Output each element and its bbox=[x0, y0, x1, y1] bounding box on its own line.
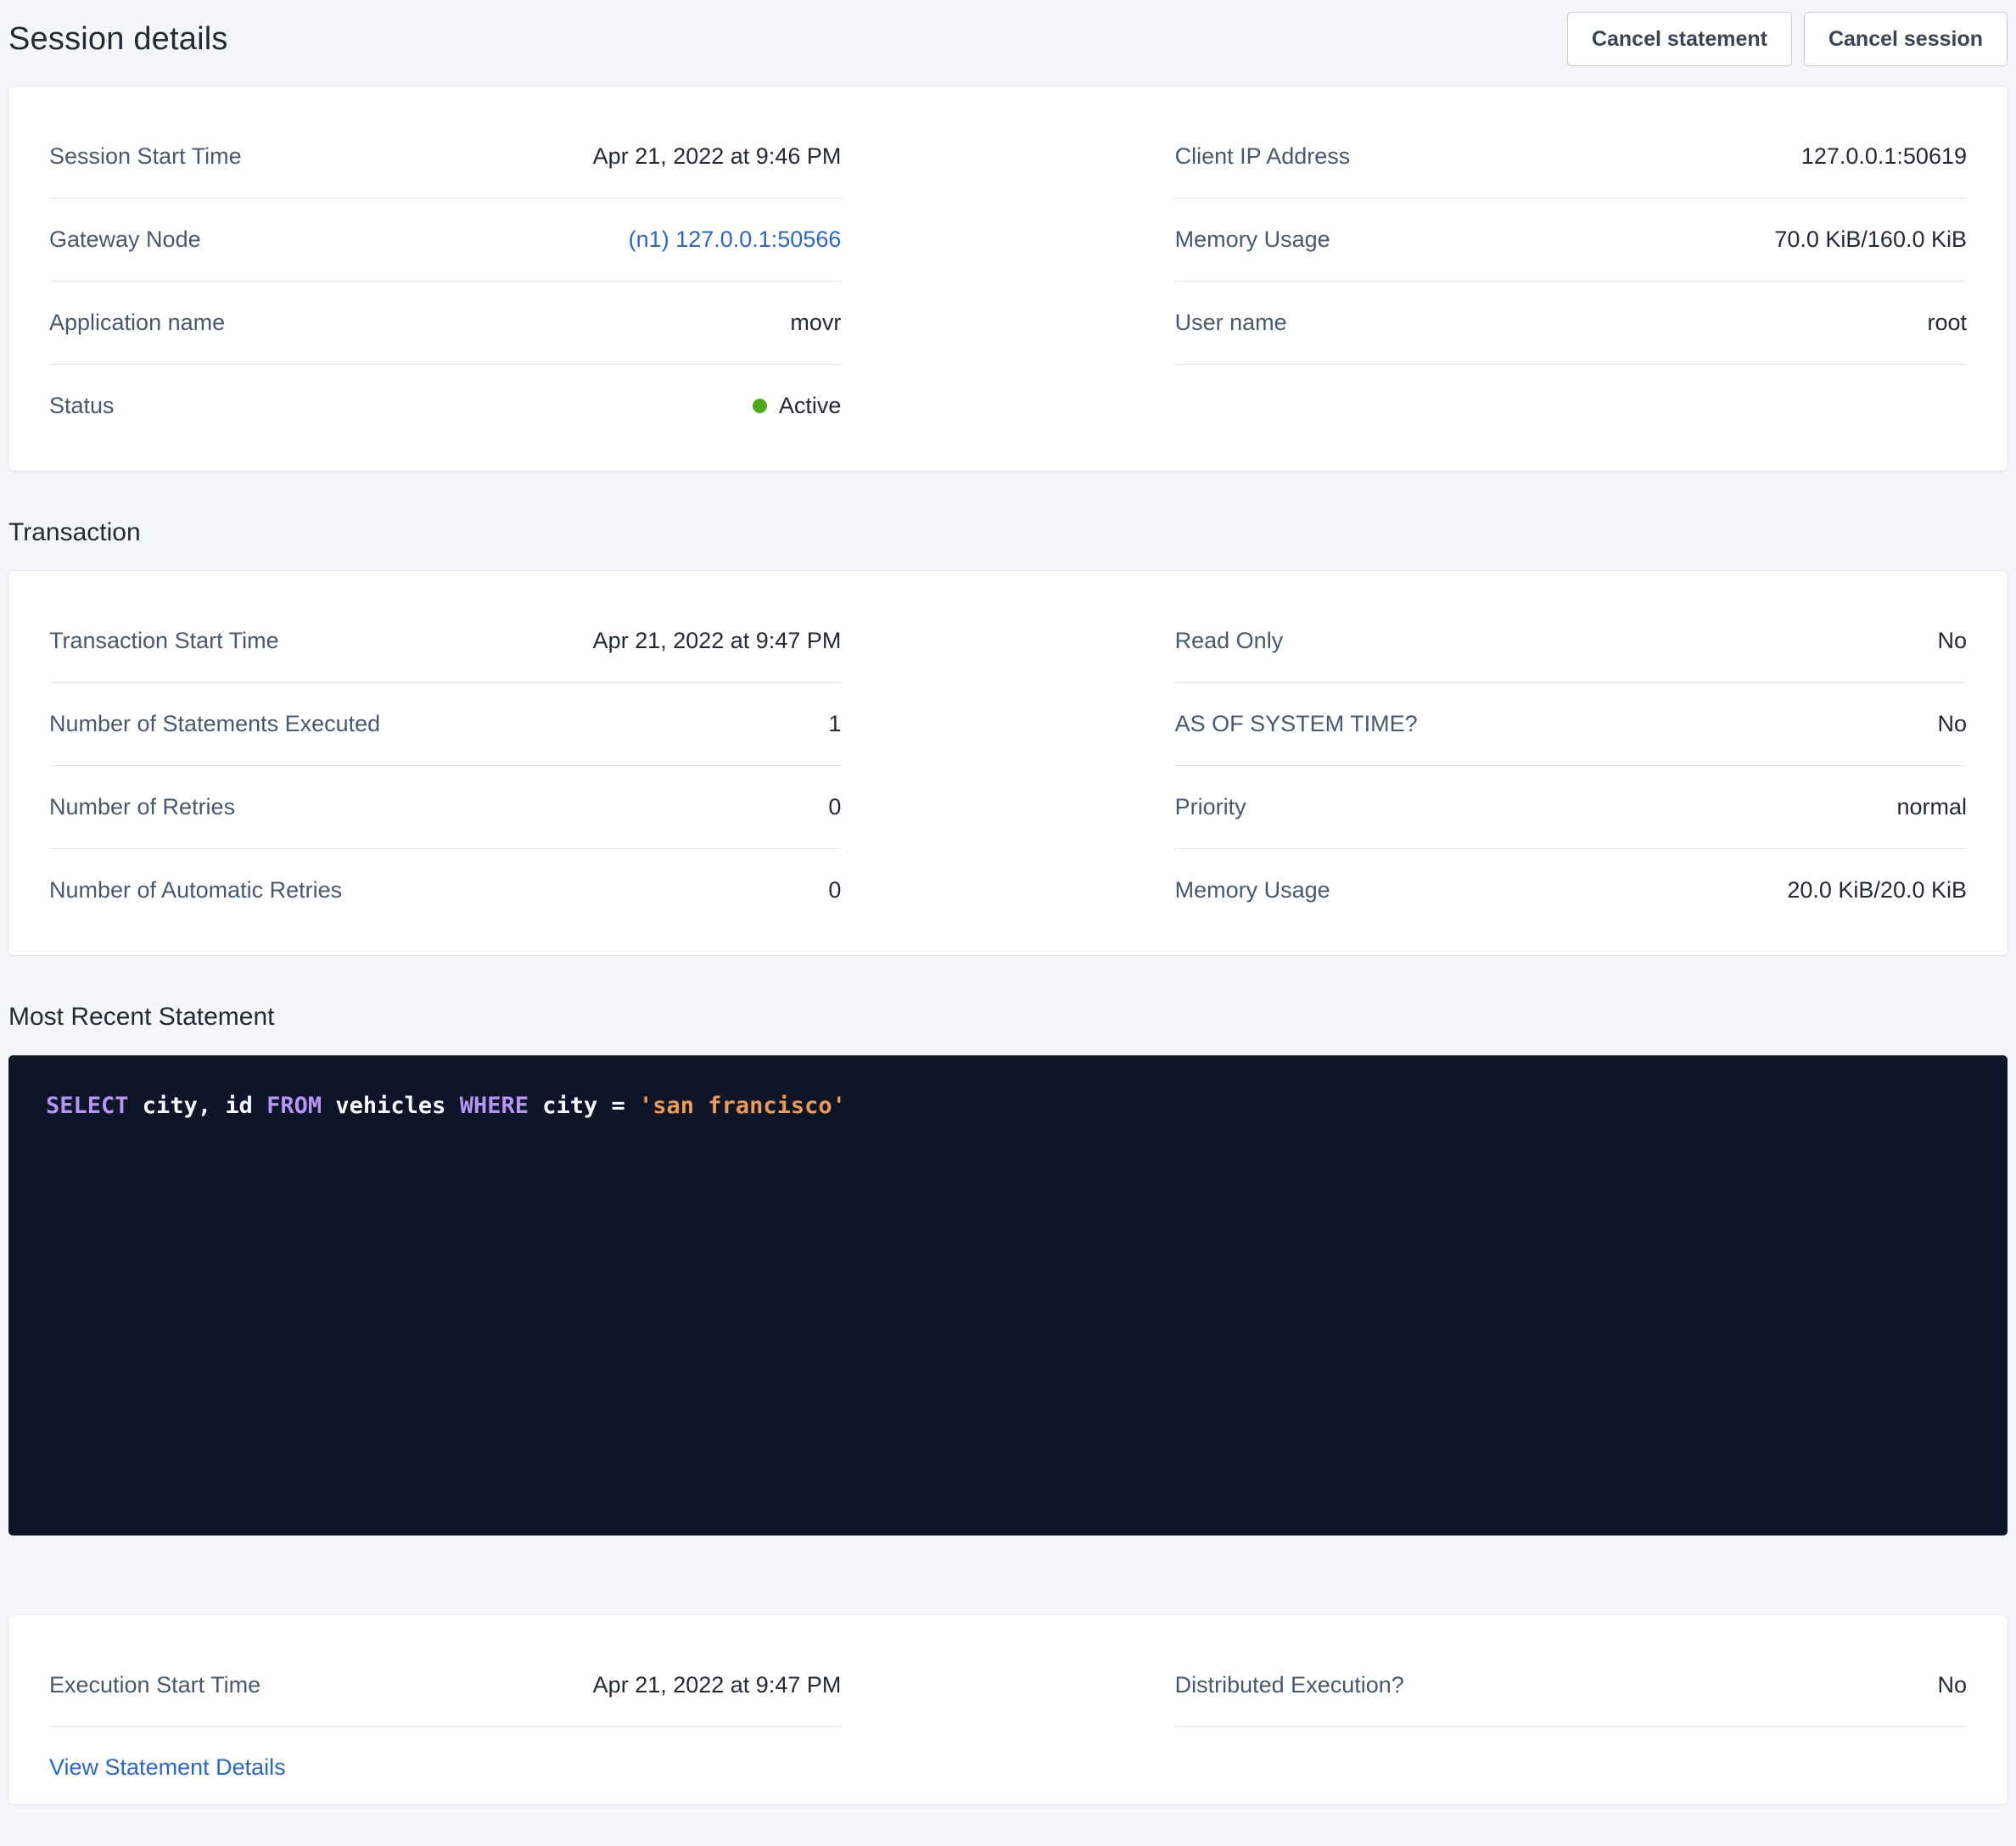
kv-row-statements-executed: Number of Statements Executed 1 bbox=[49, 683, 841, 766]
client-ip-address-label: Client IP Address bbox=[1175, 143, 1351, 170]
kv-row-session-start-time: Session Start Time Apr 21, 2022 at 9:46 P… bbox=[49, 115, 841, 199]
client-ip-address-value: 127.0.0.1:50619 bbox=[1801, 143, 1967, 170]
priority-value: normal bbox=[1896, 794, 1967, 820]
kv-row-transaction-start-time: Transaction Start Time Apr 21, 2022 at 9:… bbox=[49, 600, 841, 683]
execution-card-left-column: Execution Start Time Apr 21, 2022 at 9:47… bbox=[49, 1644, 841, 1781]
transaction-start-time-value: Apr 21, 2022 at 9:47 PM bbox=[593, 628, 842, 654]
kv-row-transaction-memory-usage: Memory Usage 20.0 KiB/20.0 KiB bbox=[1175, 849, 1967, 931]
sql-token-keyword: SELECT bbox=[46, 1093, 129, 1119]
sql-token-keyword: FROM bbox=[266, 1093, 322, 1119]
transaction-section-title: Transaction bbox=[8, 518, 2008, 547]
execution-card-right-column: Distributed Execution? No bbox=[1175, 1644, 1967, 1781]
distributed-execution-value: No bbox=[1937, 1672, 1967, 1698]
cancel-statement-button[interactable]: Cancel statement bbox=[1567, 12, 1792, 66]
kv-row-application-name: Application name movr bbox=[49, 282, 841, 365]
page-header: Session details Cancel statement Cancel … bbox=[8, 0, 2008, 87]
sql-statement-text: SELECT city, id FROM vehicles WHERE city… bbox=[46, 1089, 1970, 1122]
session-start-time-value: Apr 21, 2022 at 9:46 PM bbox=[593, 143, 842, 170]
view-statement-details-link[interactable]: View Statement Details bbox=[49, 1754, 286, 1781]
transaction-card: Transaction Start Time Apr 21, 2022 at 9:… bbox=[8, 571, 2008, 955]
read-only-label: Read Only bbox=[1175, 628, 1284, 654]
transaction-start-time-label: Transaction Start Time bbox=[49, 628, 279, 654]
page-title: Session details bbox=[8, 21, 228, 58]
execution-start-time-value: Apr 21, 2022 at 9:47 PM bbox=[593, 1672, 842, 1698]
session-status-value: Active bbox=[753, 393, 842, 419]
session-summary-card: Session Start Time Apr 21, 2022 at 9:46 P… bbox=[8, 87, 2008, 471]
read-only-value: No bbox=[1937, 628, 1967, 654]
kv-row-client-ip-address: Client IP Address 127.0.0.1:50619 bbox=[1175, 115, 1967, 199]
kv-row-read-only: Read Only No bbox=[1175, 600, 1967, 683]
kv-row-number-of-retries: Number of Retries 0 bbox=[49, 766, 841, 849]
sql-token-string: 'san francisco' bbox=[639, 1093, 846, 1119]
statements-executed-value: 1 bbox=[828, 711, 841, 737]
active-status-dot bbox=[753, 399, 767, 413]
header-buttons: Cancel statement Cancel session bbox=[1567, 12, 2008, 66]
statements-executed-label: Number of Statements Executed bbox=[49, 711, 380, 737]
kv-row-session-status: Status Active bbox=[49, 365, 841, 447]
execution-card: Execution Start Time Apr 21, 2022 at 9:47… bbox=[8, 1615, 2008, 1804]
kv-row-session-memory-usage: Memory Usage 70.0 KiB/160.0 KiB bbox=[1175, 199, 1967, 282]
session-start-time-label: Session Start Time bbox=[49, 143, 242, 170]
session-memory-usage-value: 70.0 KiB/160.0 KiB bbox=[1774, 227, 1967, 253]
kv-row-priority: Priority normal bbox=[1175, 766, 1967, 849]
distributed-execution-label: Distributed Execution? bbox=[1175, 1672, 1404, 1698]
application-name-label: Application name bbox=[49, 310, 225, 336]
priority-label: Priority bbox=[1175, 794, 1246, 820]
transaction-memory-usage-value: 20.0 KiB/20.0 KiB bbox=[1787, 877, 1967, 903]
kv-row-as-of-system-time: AS OF SYSTEM TIME? No bbox=[1175, 683, 1967, 766]
sql-token-plain: vehicles bbox=[322, 1093, 460, 1119]
kv-row-user-name: User name root bbox=[1175, 282, 1967, 365]
transaction-card-left-column: Transaction Start Time Apr 21, 2022 at 9:… bbox=[49, 600, 841, 931]
session-status-label: Status bbox=[49, 393, 115, 419]
sql-statement-box: SELECT city, id FROM vehicles WHERE city… bbox=[8, 1055, 2008, 1536]
application-name-value: movr bbox=[790, 310, 841, 336]
automatic-retries-value: 0 bbox=[828, 877, 841, 903]
gateway-node-label: Gateway Node bbox=[49, 227, 201, 253]
as-of-system-time-label: AS OF SYSTEM TIME? bbox=[1175, 711, 1418, 737]
sql-token-plain: city = bbox=[529, 1093, 639, 1119]
as-of-system-time-value: No bbox=[1937, 711, 1967, 737]
cancel-session-button[interactable]: Cancel session bbox=[1804, 12, 2008, 66]
execution-left-rows: Execution Start Time Apr 21, 2022 at 9:47… bbox=[49, 1644, 841, 1727]
number-of-retries-value: 0 bbox=[828, 794, 841, 820]
transaction-card-right-column: Read Only No AS OF SYSTEM TIME? No Priority n… bbox=[1175, 600, 1967, 931]
user-name-label: User name bbox=[1175, 310, 1287, 336]
session-card-right-column: Client IP Address 127.0.0.1:50619 Memory U… bbox=[1175, 115, 1967, 447]
sql-token-plain: city, id bbox=[129, 1093, 267, 1119]
automatic-retries-label: Number of Automatic Retries bbox=[49, 877, 342, 903]
session-details-page: Session details Cancel statement Cancel … bbox=[0, 0, 2016, 1813]
number-of-retries-label: Number of Retries bbox=[49, 794, 235, 820]
session-memory-usage-label: Memory Usage bbox=[1175, 227, 1330, 253]
kv-row-distributed-execution: Distributed Execution? No bbox=[1175, 1644, 1967, 1727]
kv-row-execution-start-time: Execution Start Time Apr 21, 2022 at 9:47… bbox=[49, 1644, 841, 1727]
execution-start-time-label: Execution Start Time bbox=[49, 1672, 260, 1698]
transaction-memory-usage-label: Memory Usage bbox=[1175, 877, 1330, 903]
user-name-value: root bbox=[1927, 310, 1967, 336]
most-recent-statement-title: Most Recent Statement bbox=[8, 1003, 2008, 1032]
kv-row-automatic-retries: Number of Automatic Retries 0 bbox=[49, 849, 841, 931]
gateway-node-link[interactable]: (n1) 127.0.0.1:50566 bbox=[629, 227, 842, 253]
session-card-left-column: Session Start Time Apr 21, 2022 at 9:46 P… bbox=[49, 115, 841, 447]
kv-row-gateway-node: Gateway Node (n1) 127.0.0.1:50566 bbox=[49, 199, 841, 282]
sql-token-keyword: WHERE bbox=[460, 1093, 529, 1119]
